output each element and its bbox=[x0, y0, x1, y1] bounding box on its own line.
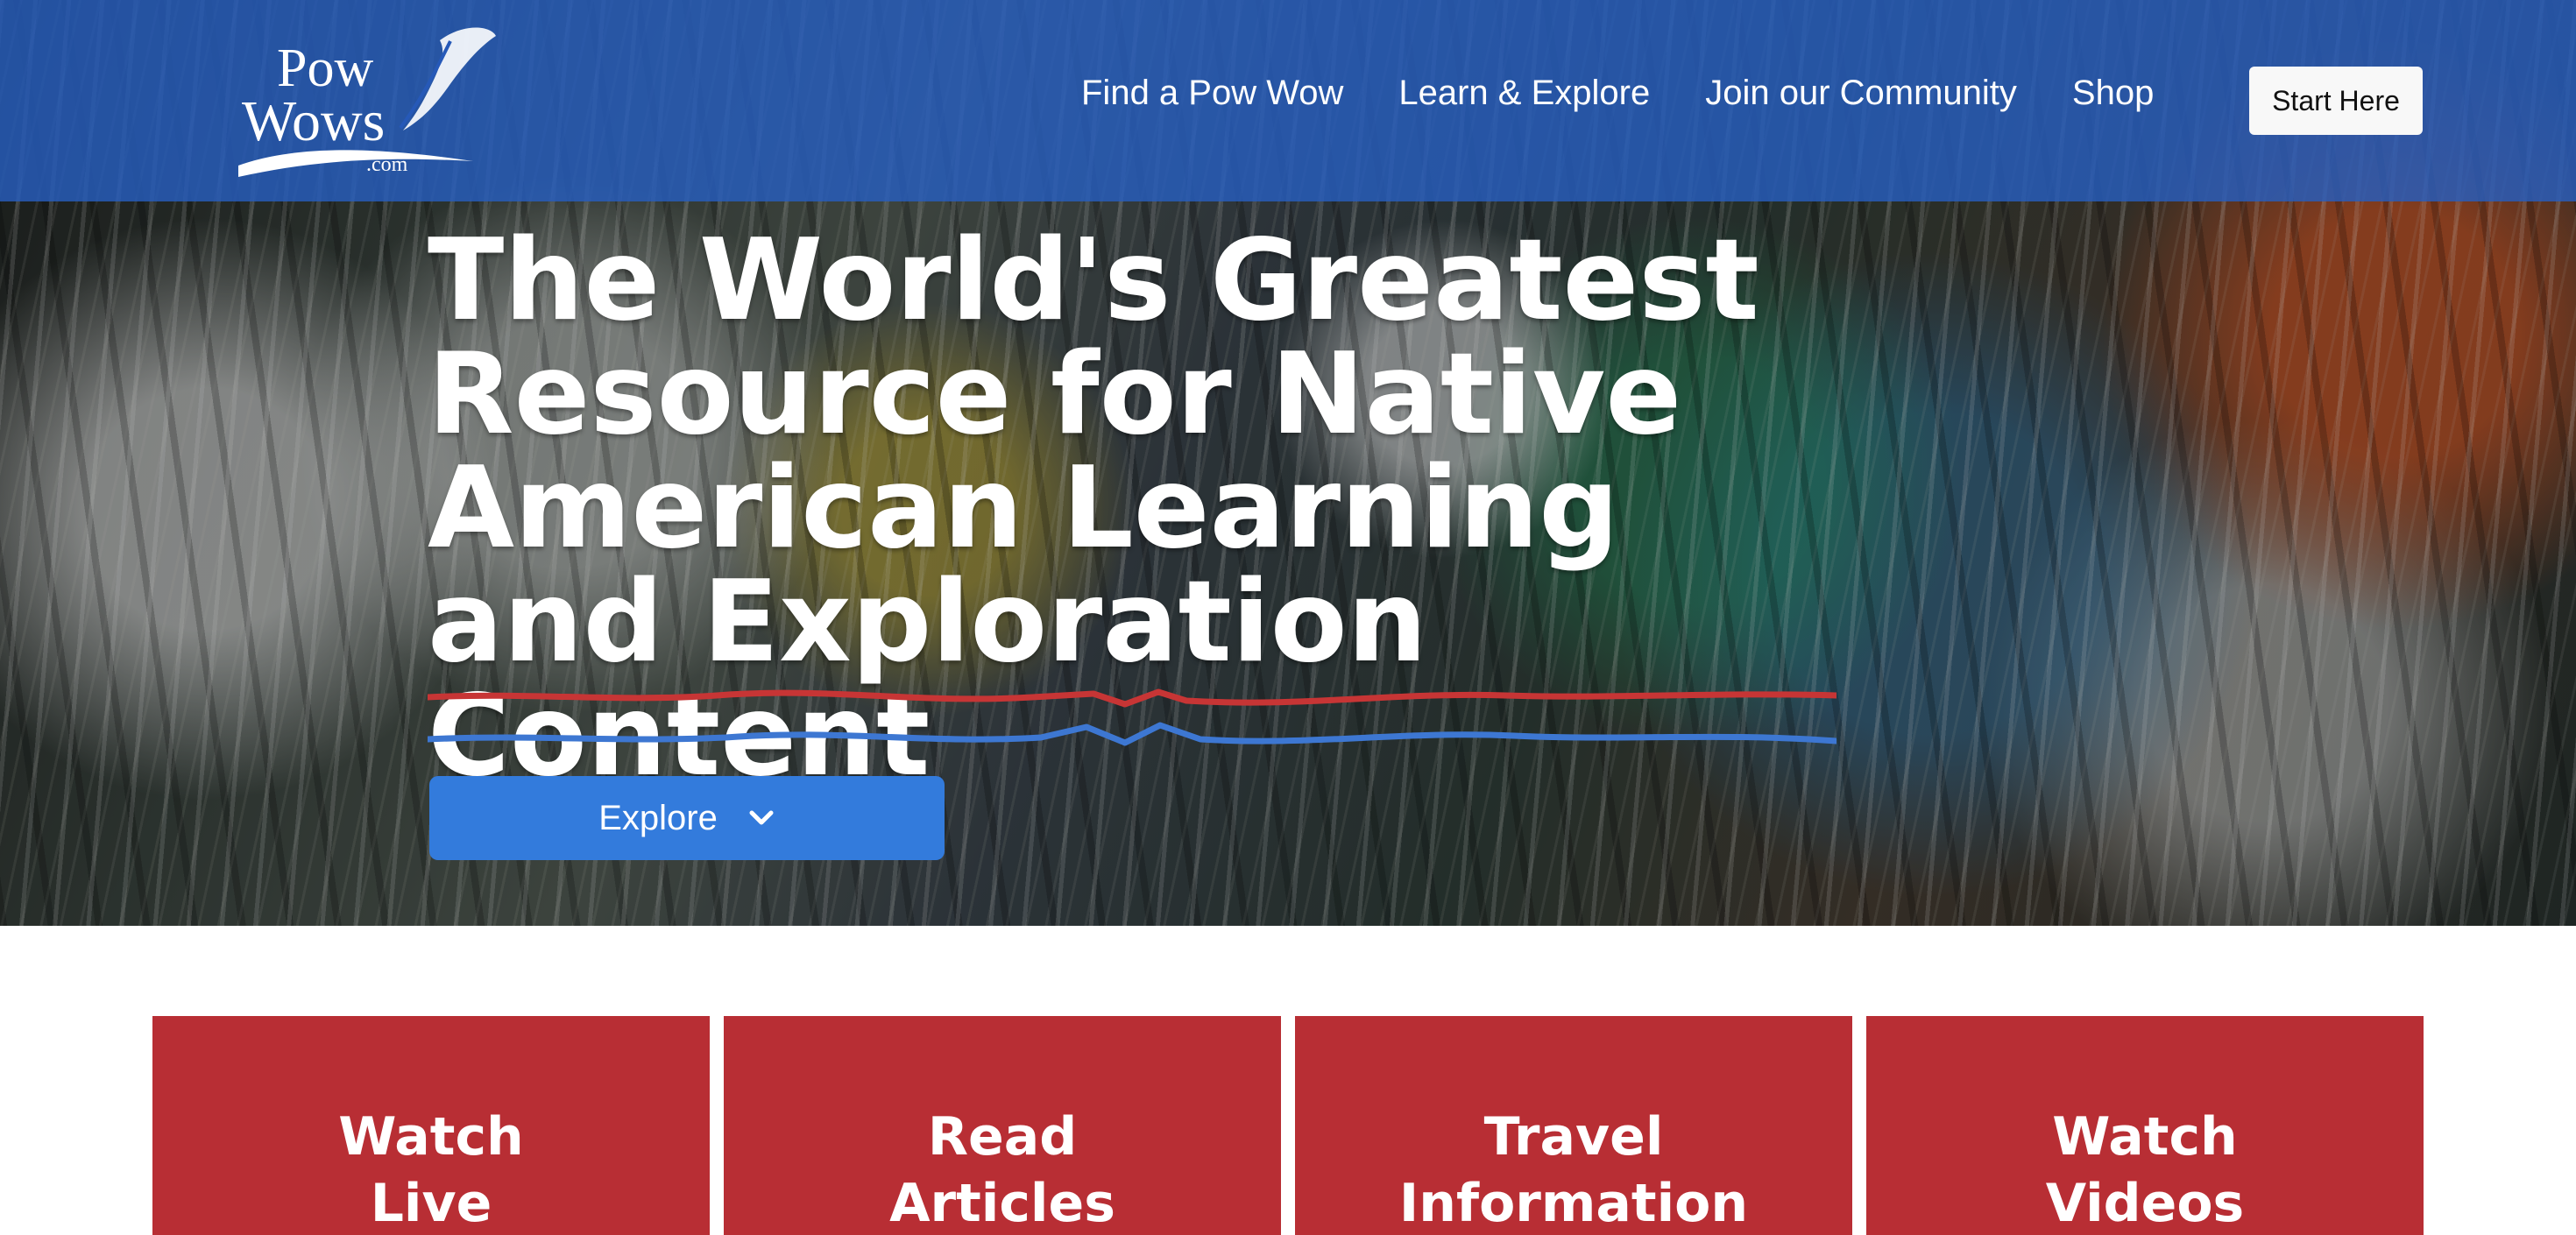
powwows-logo-link[interactable]: Pow Wows .com bbox=[231, 21, 503, 180]
card-watch-videos[interactable]: Watch Videos bbox=[1866, 1016, 2424, 1235]
card-watch-live[interactable]: Watch Live bbox=[152, 1016, 710, 1235]
nav-join-community[interactable]: Join our Community bbox=[1705, 68, 2017, 117]
nav-shop[interactable]: Shop bbox=[2072, 68, 2154, 117]
chevron-down-icon bbox=[749, 810, 774, 825]
featured-cards: Watch Live Read Articles Travel Informat… bbox=[152, 1016, 2424, 1235]
explore-button-label: Explore bbox=[598, 799, 718, 837]
red-blue-divider-art bbox=[428, 688, 1836, 746]
nav-learn-explore[interactable]: Learn & Explore bbox=[1398, 68, 1650, 117]
hero-section: Pow Wows .com Find a Pow Wow Learn & Exp… bbox=[0, 0, 2576, 926]
explore-button-content: Explore bbox=[429, 776, 945, 860]
page: Pow Wows .com Find a Pow Wow Learn & Exp… bbox=[0, 0, 2576, 1235]
start-here-button[interactable]: Start Here bbox=[2249, 67, 2423, 135]
explore-button[interactable]: Explore bbox=[429, 776, 945, 860]
card-title: Travel Information bbox=[1398, 1106, 1749, 1234]
decorative-divider bbox=[428, 683, 1836, 746]
main-navigation: Find a Pow Wow Learn & Explore Join our … bbox=[1081, 68, 2154, 117]
card-travel-information[interactable]: Travel Information bbox=[1295, 1016, 1852, 1235]
powwows-logo: Pow Wows .com bbox=[238, 27, 496, 177]
card-read-articles[interactable]: Read Articles bbox=[724, 1016, 1281, 1235]
nav-find-pow-wow[interactable]: Find a Pow Wow bbox=[1081, 68, 1343, 117]
card-title: Watch Live bbox=[338, 1106, 524, 1234]
logo-domain-text: .com bbox=[366, 153, 408, 176]
logo-wows-text: Wows bbox=[242, 89, 385, 153]
site-header: Pow Wows .com Find a Pow Wow Learn & Exp… bbox=[0, 0, 2576, 201]
card-title: Watch Videos bbox=[2045, 1106, 2245, 1234]
card-title: Read Articles bbox=[889, 1106, 1115, 1234]
